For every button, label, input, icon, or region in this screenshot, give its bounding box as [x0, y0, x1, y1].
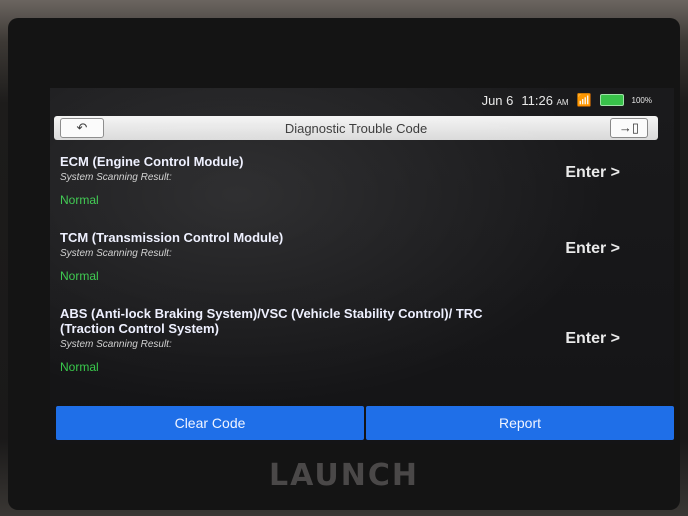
page-title: Diagnostic Trouble Code — [284, 120, 428, 136]
enter-button-abs[interactable]: Enter > — [565, 330, 620, 348]
battery-icon — [599, 94, 624, 106]
tablet-screen: Jun 6 11:26 AM 📶 100% ↶ Diagnostic Troub… — [50, 88, 674, 444]
wifi-icon: 📶 — [576, 93, 592, 107]
module-list: ECM (Engine Control Module) System Scann… — [60, 154, 660, 406]
bottom-bar: Clear Code Report — [56, 406, 674, 440]
status-ampm: AM — [556, 97, 569, 107]
clear-code-button[interactable]: Clear Code — [56, 406, 364, 440]
enter-button-tcm[interactable]: Enter > — [565, 240, 620, 258]
status-bar: Jun 6 11:26 AM 📶 100% — [50, 88, 674, 112]
status-date: Jun 6 — [481, 92, 514, 108]
exit-icon: →▯ — [618, 120, 640, 135]
title-bar: ↶ Diagnostic Trouble Code →▯ — [54, 116, 658, 140]
module-name: TCM (Transmission Control Module) — [60, 230, 284, 245]
module-row-ecm: ECM (Engine Control Module) System Scann… — [60, 154, 660, 230]
scan-status: Normal — [60, 193, 99, 207]
module-name: ABS (Anti-lock Braking System)/VSC (Vehi… — [60, 306, 483, 336]
scan-status: Normal — [60, 269, 99, 283]
back-button[interactable]: ↶ — [60, 118, 104, 138]
status-time: 11:26 AM — [521, 92, 569, 108]
module-row-tcm: TCM (Transmission Control Module) System… — [60, 230, 660, 306]
module-name: ECM (Engine Control Module) — [60, 154, 244, 169]
report-button[interactable]: Report — [366, 406, 674, 440]
scan-status: Normal — [60, 360, 99, 374]
brand-logo: LAUNCH — [268, 458, 419, 493]
back-icon: ↶ — [76, 120, 88, 135]
exit-button[interactable]: →▯ — [610, 118, 648, 138]
battery-percent: 100% — [631, 95, 652, 105]
enter-button-ecm[interactable]: Enter > — [565, 164, 620, 182]
module-row-abs: ABS (Anti-lock Braking System)/VSC (Vehi… — [60, 306, 660, 406]
